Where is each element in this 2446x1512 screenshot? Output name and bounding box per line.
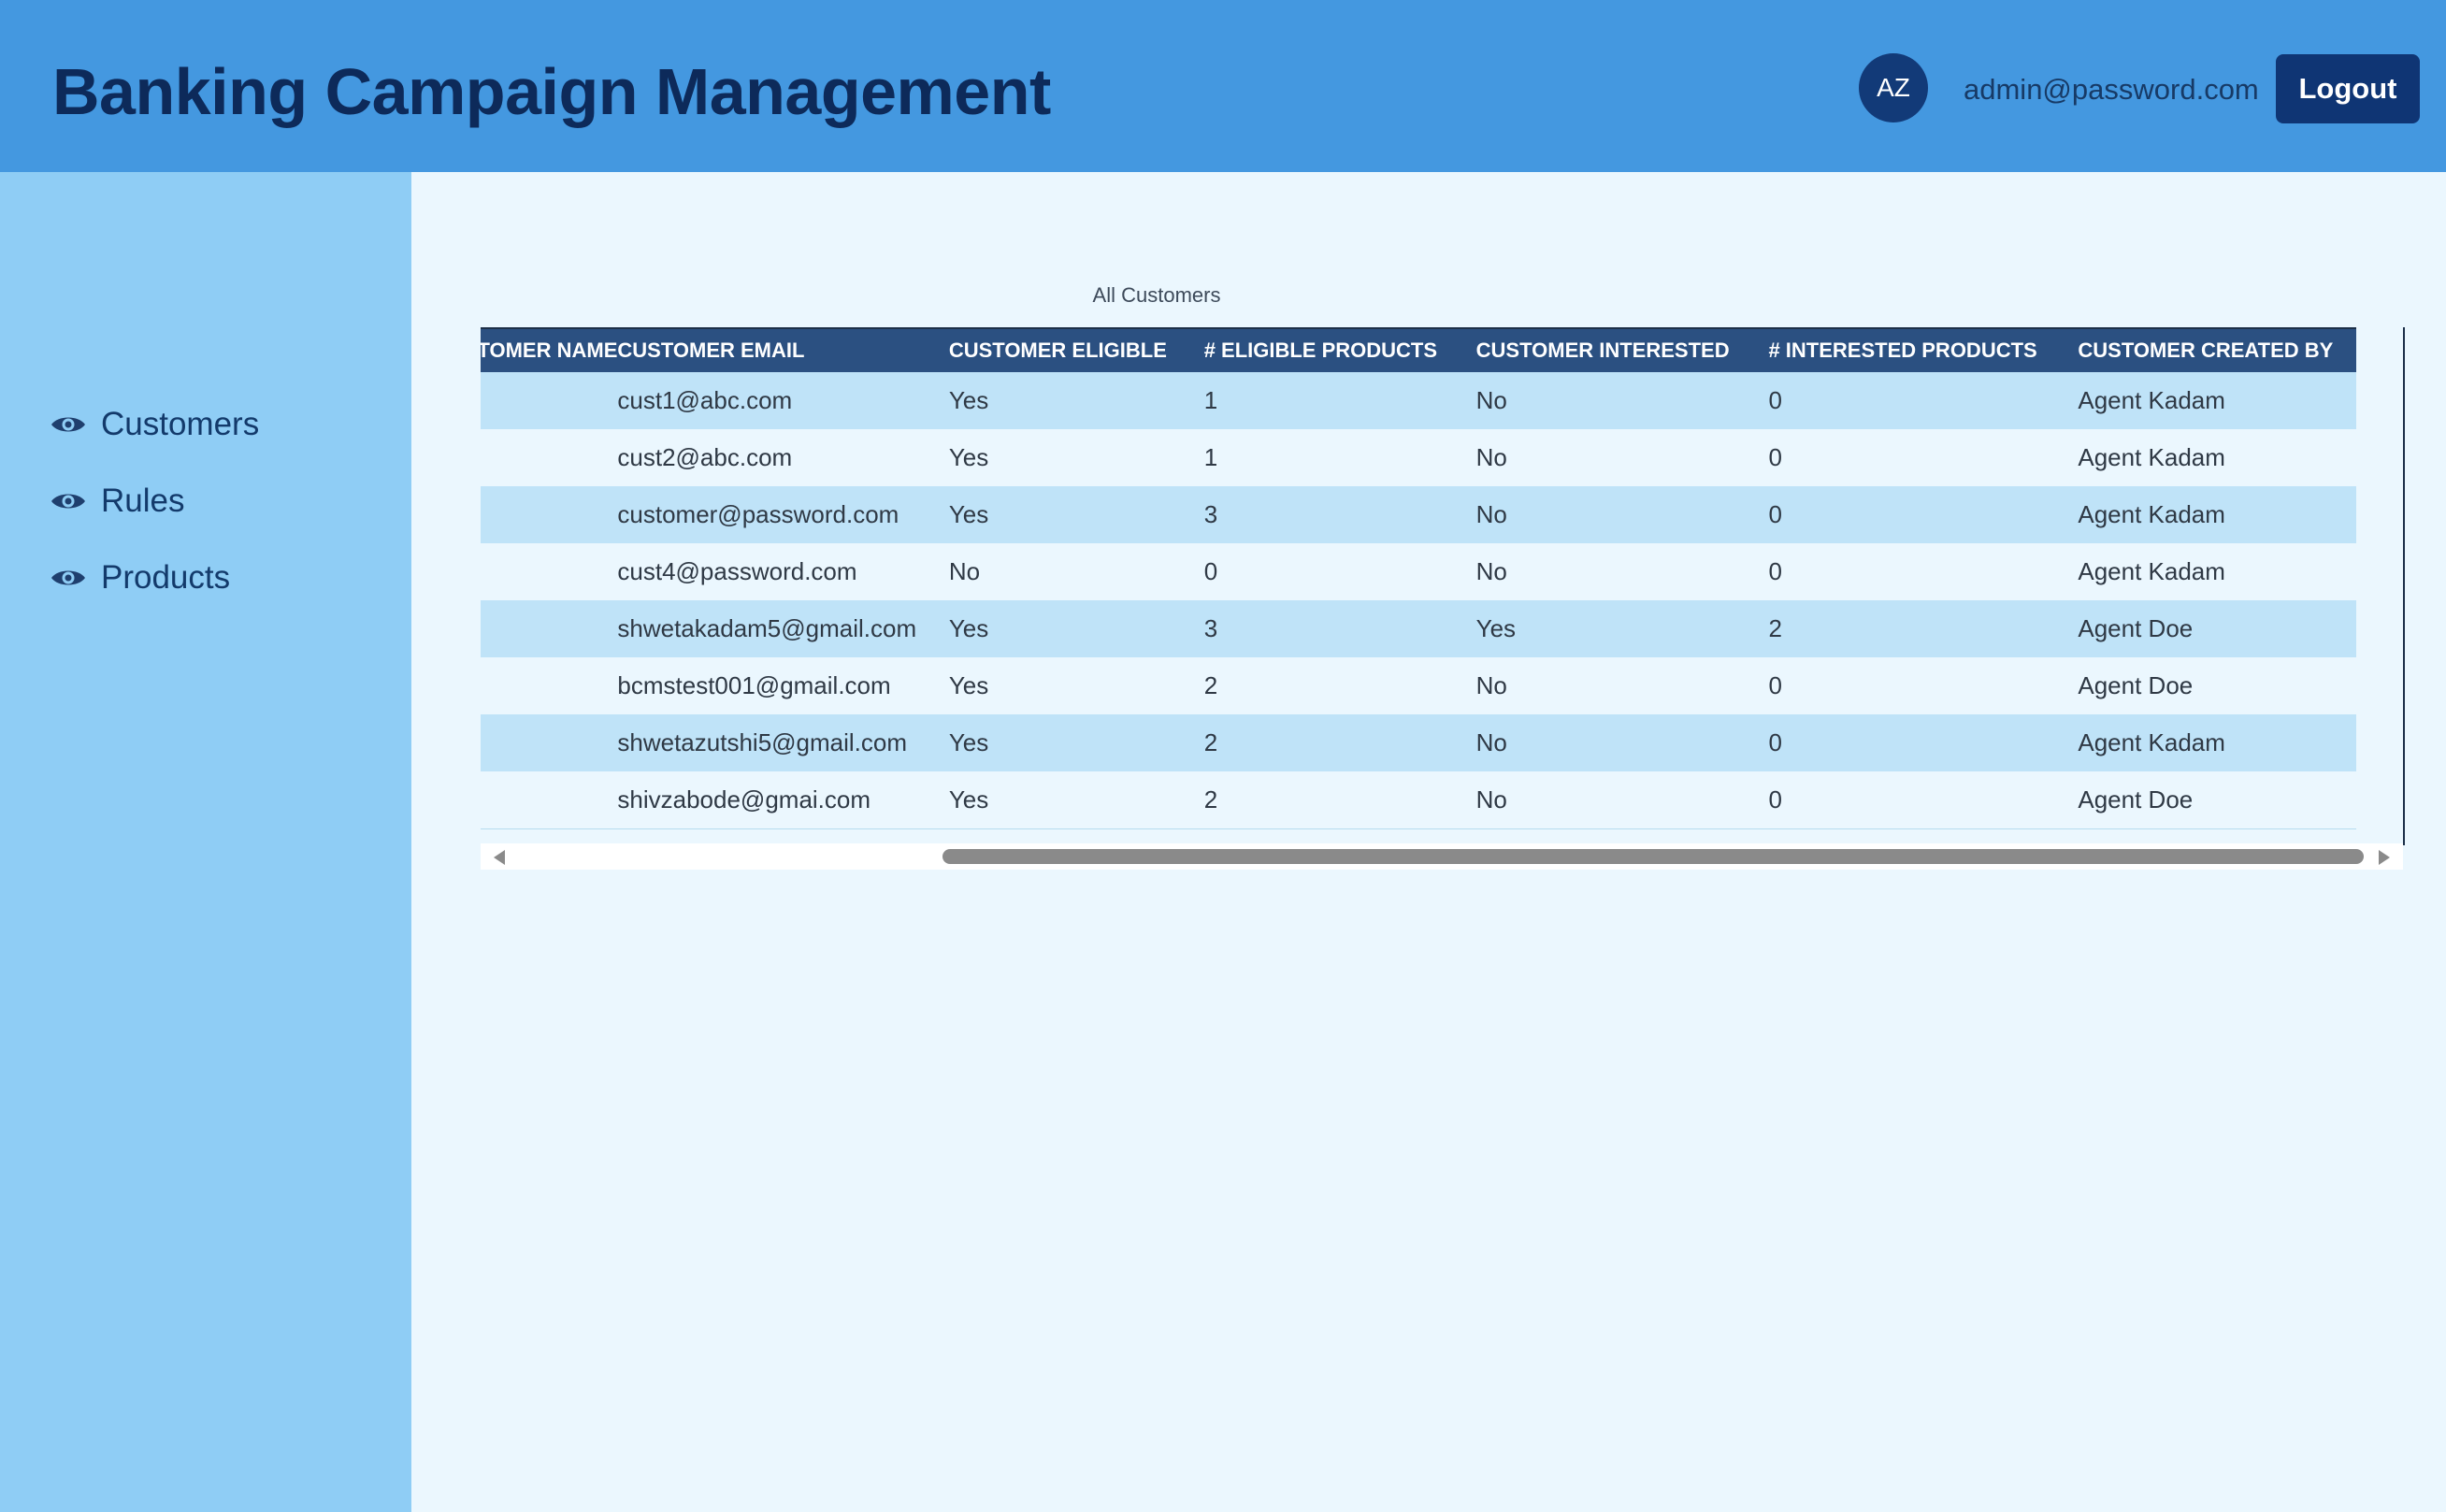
table-cell: 2 [1203,714,1476,771]
table-cell: 0 [1768,771,2079,829]
table-row[interactable]: customer@password.com Yes 3 No 0 Agent Kadam [481,486,2356,543]
sidebar: Customers Rules Products [0,172,411,1512]
table-cell: shivzabode@gmai.com [617,771,949,829]
table-row[interactable]: shivzabode@gmai.com Yes 2 No 0 Agent Doe [481,771,2356,829]
sidebar-item-label: Rules [101,482,185,519]
eye-icon [51,417,85,432]
table-cell: Agent Kadam [2078,429,2356,486]
table-row[interactable]: cust2@abc.com Yes 1 No 0 Agent Kadam [481,429,2356,486]
table-row[interactable]: cust4@password.com No 0 No 0 Agent Kadam [481,543,2356,600]
logout-button[interactable]: Logout [2276,54,2420,123]
table-cell [481,543,618,600]
column-header[interactable]: CUSTOMER NAME [481,327,618,372]
scroll-thumb[interactable] [942,849,2364,864]
table-cell: 1 [1203,429,1476,486]
table-cell: Yes [948,714,1204,771]
table-cell: No [1475,429,1769,486]
table-cell [481,657,618,714]
table-cell [481,372,618,429]
column-header[interactable]: CUSTOMER ELIGIBLE [948,327,1204,372]
table-cell [481,600,618,657]
column-header[interactable]: CUSTOMER INTERESTED [1475,327,1769,372]
table-cell: 0 [1768,372,2079,429]
customers-table: CUSTOMER NAME CUSTOMER EMAIL CUSTOMER EL… [481,327,2356,829]
customers-table-container[interactable]: CUSTOMER NAME CUSTOMER EMAIL CUSTOMER EL… [481,327,2405,845]
table-cell: 2 [1768,600,2079,657]
sidebar-item-label: Products [101,559,231,596]
table-cell: Agent Kadam [2078,714,2356,771]
table-cell: Yes [1475,600,1769,657]
table-cell: Agent Doe [2078,600,2356,657]
table-cell: 3 [1203,486,1476,543]
table-cell: 0 [1768,543,2079,600]
eye-icon [51,570,85,585]
table-cell: 2 [1203,771,1476,829]
scroll-left-arrow-icon[interactable] [494,850,505,865]
table-cell: No [1475,543,1769,600]
table-cell: customer@password.com [617,486,949,543]
table-cell: 0 [1768,714,2079,771]
table-cell: cust2@abc.com [617,429,949,486]
table-cell: 1 [1203,372,1476,429]
column-header[interactable]: # ELIGIBLE PRODUCTS [1203,327,1476,372]
scroll-right-arrow-icon[interactable] [2379,850,2390,865]
table-cell: cust1@abc.com [617,372,949,429]
table-header-row: CUSTOMER NAME CUSTOMER EMAIL CUSTOMER EL… [481,327,2356,372]
table-cell: bcmstest001@gmail.com [617,657,949,714]
table-cell: Yes [948,372,1204,429]
table-cell: No [1475,486,1769,543]
column-header[interactable]: CUSTOMER EMAIL [617,327,949,372]
table-cell: Agent Doe [2078,657,2356,714]
table-caption: All Customers [1092,283,1221,307]
sidebar-item-products[interactable]: Products [50,550,230,606]
table-cell: Agent Doe [2078,771,2356,829]
table-cell [481,429,618,486]
table-cell: No [1475,372,1769,429]
table-cell: No [1475,714,1769,771]
table-row[interactable]: shwetakadam5@gmail.com Yes 3 Yes 2 Agent Doe [481,600,2356,657]
app-header: Banking Campaign Management AZ admin@pas… [0,0,2446,172]
horizontal-scrollbar[interactable] [481,843,2403,870]
table-cell: Yes [948,486,1204,543]
table-cell: 0 [1768,657,2079,714]
table-cell [481,771,618,829]
table-row[interactable]: shwetazutshi5@gmail.com Yes 2 No 0 Agent Kada… [481,714,2356,771]
table-cell: Agent Kadam [2078,372,2356,429]
table-cell: Yes [948,429,1204,486]
table-cell: Yes [948,600,1204,657]
table-cell: Yes [948,771,1204,829]
table-row[interactable]: bcmstest001@gmail.com Yes 2 No 0 Agent Doe [481,657,2356,714]
eye-icon [51,494,85,509]
table-cell: 3 [1203,600,1476,657]
table-cell: Agent Kadam [2078,543,2356,600]
table-cell: shwetazutshi5@gmail.com [617,714,949,771]
table-cell: 2 [1203,657,1476,714]
table-cell: No [1475,771,1769,829]
table-cell: shwetakadam5@gmail.com [617,600,949,657]
column-header[interactable]: CUSTOMER CREATED BY [2078,327,2356,372]
table-row[interactable]: cust1@abc.com Yes 1 No 0 Agent Kadam [481,372,2356,429]
app-title: Banking Campaign Management [52,55,1051,128]
column-header[interactable]: # INTERESTED PRODUCTS [1768,327,2079,372]
table-cell: No [1475,657,1769,714]
user-email: admin@password.com [1964,73,2259,106]
table-cell: Yes [948,657,1204,714]
avatar[interactable]: AZ [1859,53,1928,122]
table-cell: 0 [1768,486,2079,543]
table-cell: cust4@password.com [617,543,949,600]
sidebar-item-label: Customers [101,406,260,442]
table-cell: 0 [1203,543,1476,600]
sidebar-item-customers[interactable]: Customers [50,396,259,453]
table-cell: Agent Kadam [2078,486,2356,543]
table-cell: No [948,543,1204,600]
sidebar-item-rules[interactable]: Rules [50,473,184,529]
table-cell [481,486,618,543]
table-cell: 0 [1768,429,2079,486]
table-cell [481,714,618,771]
